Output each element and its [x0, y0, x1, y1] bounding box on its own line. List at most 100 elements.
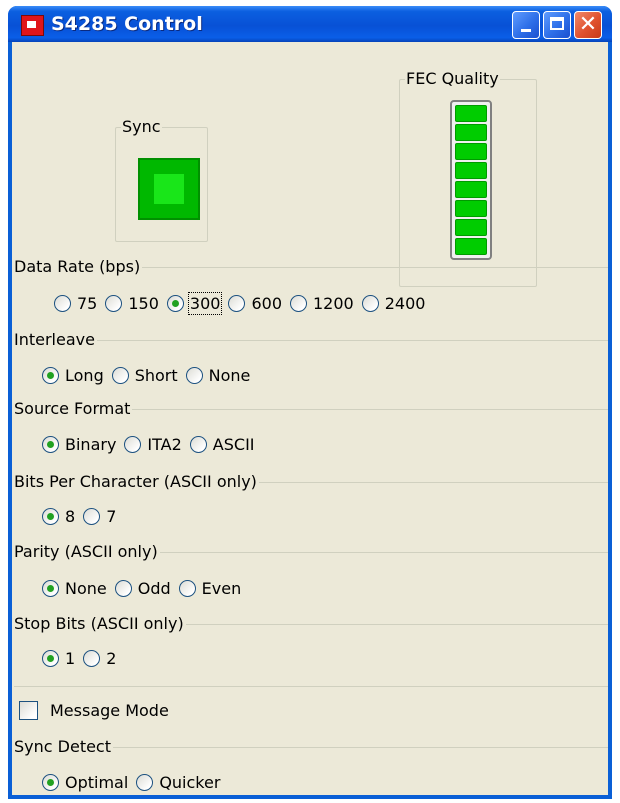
radio-button[interactable] — [361, 295, 379, 312]
parity-option[interactable]: Odd — [114, 579, 171, 598]
interleave-label: Interleave — [14, 330, 97, 350]
sync-led-indicator — [138, 158, 200, 220]
interleave-option[interactable]: Short — [111, 366, 178, 385]
source-format-option[interactable]: ASCII — [189, 435, 255, 454]
data-rate-option[interactable]: 150 — [105, 294, 159, 313]
radio-button[interactable] — [105, 295, 123, 312]
interleave-option[interactable]: None — [185, 366, 251, 385]
sync-detect-label: Sync Detect — [14, 737, 113, 757]
radio-label: 75 — [77, 294, 98, 313]
radio-button[interactable] — [124, 436, 142, 453]
radio-button[interactable] — [54, 295, 71, 312]
stop-bits-label: Stop Bits (ASCII only) — [14, 614, 186, 634]
fec-quality-segment — [455, 105, 487, 122]
data-rate-option[interactable]: 1200 — [290, 294, 354, 313]
radio-label: Optimal — [65, 773, 129, 792]
minimize-icon — [521, 29, 531, 32]
radio-label: 7 — [106, 507, 117, 526]
radio-label: 150 — [128, 294, 159, 313]
bits-per-char-option[interactable]: 7 — [83, 507, 116, 526]
data-rate-option[interactable]: 2400 — [361, 294, 426, 313]
fec-quality-label: FEC Quality — [405, 69, 500, 89]
interleave-options: Long Short None — [42, 366, 258, 385]
radio-label: 8 — [65, 507, 76, 526]
data-rate-option[interactable]: 600 — [228, 294, 282, 313]
app-icon[interactable] — [21, 15, 44, 36]
bits-per-char-option[interactable]: 8 — [42, 507, 75, 526]
sync-detect-option[interactable]: Optimal — [42, 773, 128, 792]
radio-button[interactable] — [228, 295, 246, 312]
stop-bits-option[interactable]: 2 — [83, 649, 116, 668]
window-title: S4285 Control — [51, 13, 203, 35]
radio-label: 2 — [106, 649, 117, 668]
radio-label: None — [65, 579, 107, 598]
radio-label: None — [208, 366, 251, 385]
radio-label: Binary — [65, 435, 117, 454]
source-format-label: Source Format — [14, 399, 133, 419]
data-rate-option[interactable]: 300 — [166, 292, 223, 315]
radio-button[interactable] — [114, 580, 132, 597]
interleave-option[interactable]: Long — [42, 366, 104, 385]
close-button[interactable]: ✕ — [574, 11, 602, 39]
radio-label: 600 — [251, 294, 282, 313]
interleave-divider — [14, 340, 608, 341]
fec-quality-segment — [455, 181, 487, 198]
maximize-icon — [550, 17, 564, 30]
app-window: S4285 Control ✕ Sync FEC Quality Data Ra… — [8, 6, 612, 799]
data-rate-options: 75 150 300 600 1200 2400 — [54, 292, 433, 315]
radio-label: Quicker — [159, 773, 221, 792]
parity-option[interactable]: Even — [178, 579, 242, 598]
fec-quality-segment — [455, 124, 487, 141]
message-mode-checkbox[interactable] — [19, 701, 38, 720]
radio-label: 2400 — [384, 294, 426, 313]
radio-label: 1200 — [313, 294, 354, 313]
fec-quality-segment — [455, 200, 487, 217]
maximize-button[interactable] — [543, 11, 571, 39]
radio-button[interactable] — [42, 367, 59, 384]
radio-button[interactable] — [111, 367, 129, 384]
data-rate-label: Data Rate (bps) — [14, 257, 143, 277]
bits-per-char-label: Bits Per Character (ASCII only) — [14, 472, 259, 492]
source-format-option[interactable]: Binary — [42, 435, 116, 454]
minimize-button[interactable] — [512, 11, 540, 39]
radio-label: Even — [201, 579, 242, 598]
fec-quality-segment — [455, 143, 487, 160]
sync-group: Sync — [115, 117, 208, 242]
sync-label: Sync — [121, 117, 162, 137]
title-bar[interactable]: S4285 Control ✕ — [8, 6, 612, 42]
radio-button[interactable] — [42, 436, 59, 453]
source-format-options: Binary ITA2 ASCII — [42, 435, 263, 454]
fec-quality-segment — [455, 219, 487, 236]
stop-bits-option[interactable]: 1 — [42, 649, 75, 668]
radio-button[interactable] — [83, 508, 101, 525]
data-rate-option[interactable]: 75 — [54, 294, 97, 313]
radio-button[interactable] — [42, 774, 59, 791]
bits-per-char-options: 87 — [42, 507, 124, 526]
fec-quality-segment — [455, 238, 487, 255]
source-format-option[interactable]: ITA2 — [124, 435, 182, 454]
radio-label: 1 — [65, 649, 76, 668]
radio-button[interactable] — [290, 295, 307, 312]
radio-label: Short — [134, 366, 178, 385]
message-mode-checkbox-row[interactable]: Message Mode — [19, 701, 169, 720]
radio-button[interactable] — [42, 508, 59, 525]
radio-button[interactable] — [83, 650, 101, 667]
radio-button[interactable] — [136, 774, 154, 791]
radio-button[interactable] — [185, 367, 203, 384]
radio-button[interactable] — [42, 580, 59, 597]
fec-quality-group: FEC Quality — [399, 69, 537, 287]
radio-button[interactable] — [166, 295, 184, 312]
radio-button[interactable] — [42, 650, 59, 667]
close-icon: ✕ — [578, 12, 598, 37]
radio-label: ITA2 — [147, 435, 182, 454]
message-mode-divider — [14, 686, 608, 687]
radio-button[interactable] — [189, 436, 207, 453]
sync-detect-option[interactable]: Quicker — [136, 773, 220, 792]
stop-bits-options: 12 — [42, 649, 124, 668]
fec-quality-segment — [455, 162, 487, 179]
fec-quality-meter — [450, 100, 492, 260]
radio-label: 300 — [187, 292, 223, 315]
radio-button[interactable] — [178, 580, 196, 597]
parity-option[interactable]: None — [42, 579, 107, 598]
client-area: Sync FEC Quality Data Rate (bps) 75 150 30… — [12, 42, 608, 795]
